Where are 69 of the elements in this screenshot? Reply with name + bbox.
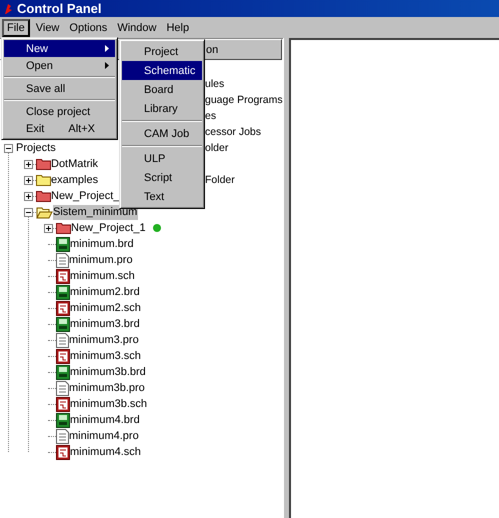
expand-toggle[interactable]	[24, 192, 33, 201]
plus-icon	[45, 225, 52, 232]
plus-icon	[25, 177, 32, 184]
plus-icon	[25, 161, 32, 168]
tree-item-text: ules	[205, 78, 224, 90]
menu-item[interactable]: Close project	[4, 103, 115, 120]
folder-icon	[36, 174, 51, 186]
app-logo-icon	[3, 2, 13, 14]
board-file-icon	[56, 364, 70, 380]
tree-item[interactable]: DotMatrik	[51, 156, 100, 172]
tree-item[interactable]: minimum3b.brd	[70, 364, 147, 380]
board-file-icon	[56, 236, 70, 252]
schematic-file-icon	[56, 396, 70, 412]
tree-item[interactable]: New_Project_	[51, 188, 120, 204]
tree-item[interactable]: minimum2.brd	[70, 284, 141, 300]
menu-item[interactable]: CAM Job	[122, 124, 202, 143]
tree-item-text: cessor Jobs	[205, 126, 262, 138]
open-folder-icon	[36, 205, 53, 219]
menu-item[interactable]: Exit Alt+X	[4, 120, 115, 137]
minus-icon	[5, 145, 12, 152]
tree-item[interactable]: minimum3.sch	[70, 348, 142, 364]
plus-icon	[25, 193, 32, 200]
window-title: Control Panel	[17, 1, 102, 16]
collapse-toggle[interactable]	[24, 208, 33, 217]
board-file-icon	[56, 412, 70, 428]
menu-item[interactable]: Open	[4, 57, 115, 74]
tree-item-text: es	[205, 110, 216, 122]
tree-item[interactable]: minimum3.brd	[70, 316, 141, 332]
tree-item[interactable]: Projects	[16, 140, 57, 156]
schematic-file-icon	[56, 268, 70, 284]
board-file-icon	[56, 284, 70, 300]
tree-item[interactable]: Sistem_minimum	[53, 204, 138, 220]
project-folder-icon	[36, 158, 51, 170]
schematic-file-icon	[56, 444, 70, 460]
schematic-file-icon	[56, 300, 70, 316]
menu-item[interactable]: Library	[122, 99, 202, 118]
menu-item[interactable]: Script	[122, 168, 202, 187]
board-file-icon	[56, 316, 70, 332]
collapse-toggle[interactable]	[4, 144, 13, 153]
tree-item[interactable]: minimum.brd	[70, 236, 135, 252]
tree-item[interactable]: minimum2.sch	[70, 300, 142, 316]
tree-item[interactable]: minimum3.pro	[69, 332, 140, 348]
menu-item[interactable]: Project	[122, 42, 202, 61]
tree-item[interactable]: New_Project_1	[71, 220, 147, 236]
tree-item-text: guage Programs	[205, 94, 283, 106]
menu-item[interactable]: Board	[122, 80, 202, 99]
tree-item[interactable]: minimum.sch	[70, 268, 136, 284]
tree-item[interactable]: examples	[51, 172, 100, 188]
tree-item[interactable]: minimum3b.pro	[69, 380, 146, 396]
expand-toggle[interactable]	[44, 224, 53, 233]
tree-item[interactable]: minimum.pro	[69, 252, 134, 268]
tree-item[interactable]: minimum4.sch	[70, 444, 142, 460]
project-folder-icon	[36, 190, 51, 202]
minus-icon	[25, 209, 32, 216]
menu-item[interactable]: ULP	[122, 149, 202, 168]
tree-item-text: older	[205, 142, 228, 154]
menu-bar-item[interactable]: File	[2, 18, 30, 36]
menu-item[interactable]: Save all	[4, 80, 115, 97]
tree-item[interactable]: minimum4.pro	[69, 428, 140, 444]
expand-toggle[interactable]	[24, 176, 33, 185]
tree-item-text: Folder	[205, 174, 235, 186]
tree-item[interactable]: minimum4.brd	[70, 412, 141, 428]
project-folder-icon	[56, 222, 71, 234]
menu-item[interactable]: Schematic	[122, 61, 202, 80]
menu-item[interactable]: New	[4, 40, 115, 57]
expand-toggle[interactable]	[24, 160, 33, 169]
tree-item[interactable]: minimum3b.sch	[70, 396, 148, 412]
schematic-file-icon	[56, 348, 70, 364]
menu-item[interactable]: Text	[122, 187, 202, 206]
